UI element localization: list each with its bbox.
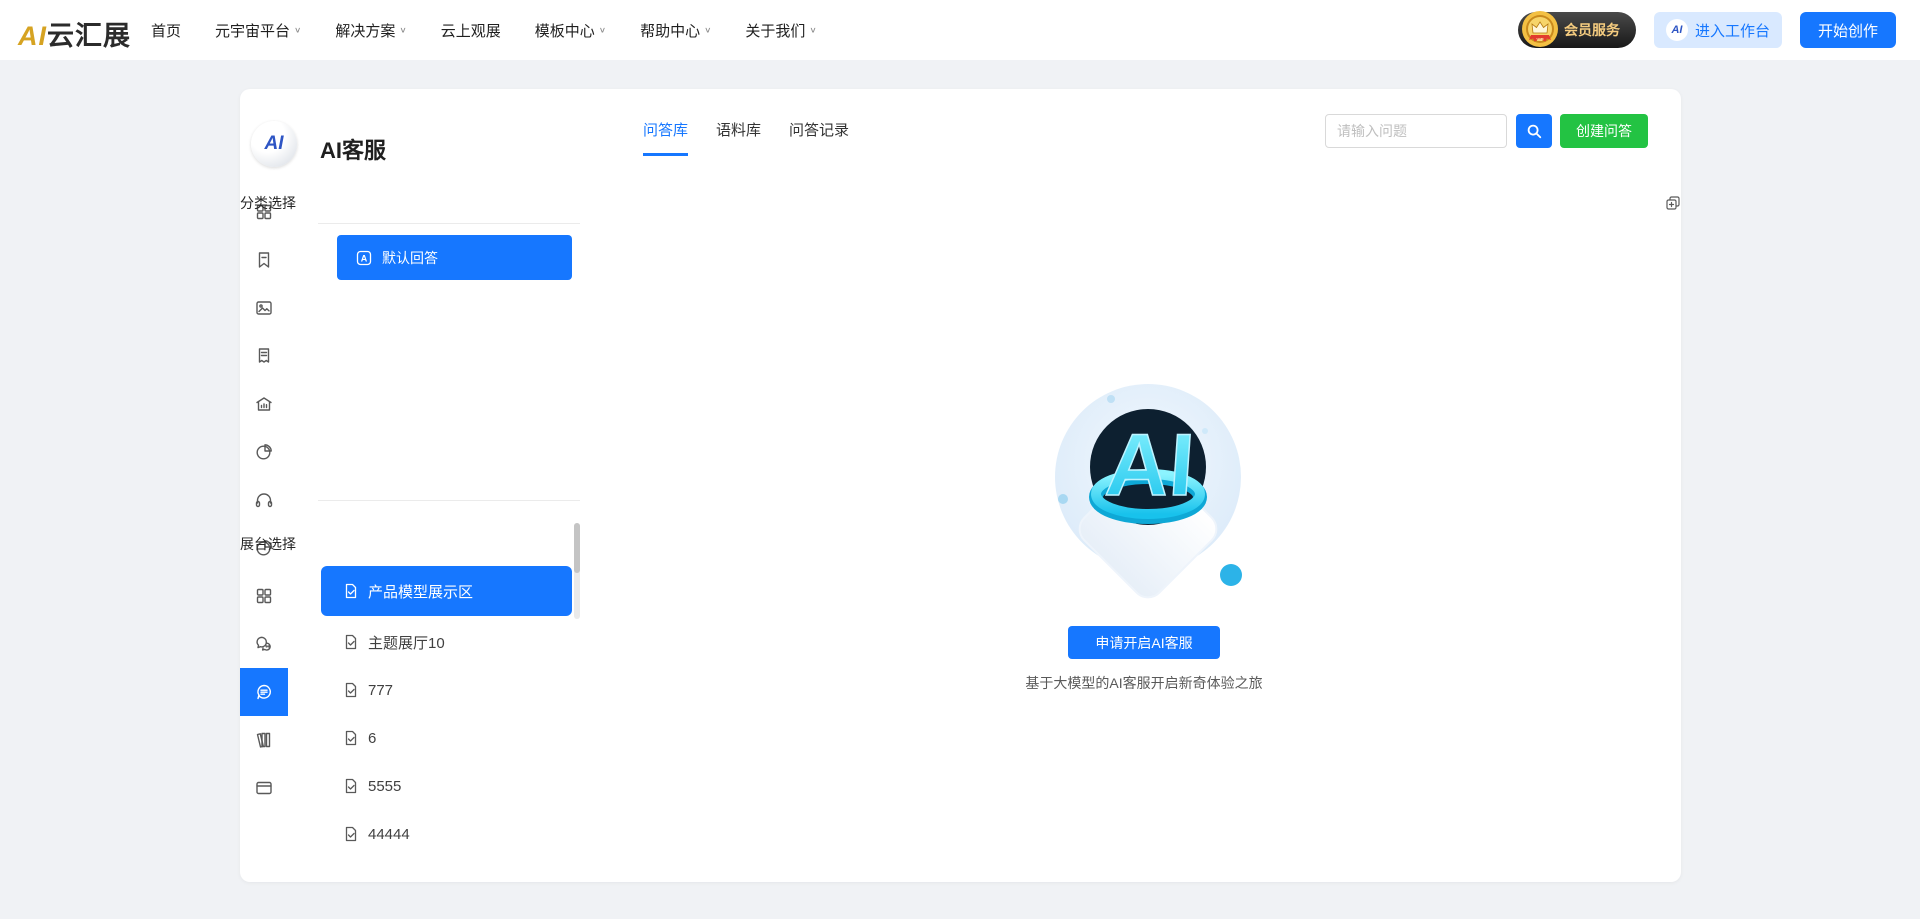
category-panel-header: 分类选择 <box>240 193 1681 213</box>
add-category-icon[interactable] <box>1665 195 1681 211</box>
member-service-label: 会员服务 <box>1564 20 1620 40</box>
qa-tabs: 问答库 语料库 问答记录 <box>643 119 849 156</box>
chevron-down-icon: ∨ <box>399 26 406 35</box>
category-title: 分类选择 <box>240 193 296 213</box>
answer-a-icon: A <box>355 249 373 267</box>
category-divider <box>318 223 580 224</box>
nav-item-about[interactable]: 关于我们∨ <box>745 20 816 41</box>
vip-badge-icon: VIP <box>1518 8 1562 52</box>
open-ai-service-button[interactable]: 申请开启AI客服 <box>1068 626 1220 659</box>
nav-item-metaverse[interactable]: 元宇宙平台∨ <box>215 20 301 41</box>
rail-bookmark-icon[interactable] <box>240 236 288 284</box>
rail-chat-bubbles-icon[interactable] <box>240 620 288 668</box>
rail-ai-chat-icon-active[interactable] <box>240 668 288 716</box>
ai-illustration: AI <box>1053 379 1243 611</box>
svg-text:VIP: VIP <box>1536 37 1543 42</box>
logo-rest-text: 云汇展 <box>47 21 131 51</box>
panel-scrollbar[interactable] <box>574 523 580 619</box>
rail-window-icon[interactable] <box>240 764 288 812</box>
panel-divider <box>318 500 580 501</box>
enter-workspace-label: 进入工作台 <box>1695 20 1770 41</box>
nav-item-help[interactable]: 帮助中心∨ <box>640 20 711 41</box>
page-title: AI客服 <box>320 133 386 165</box>
booth-item[interactable]: 777 <box>321 666 572 714</box>
ai-service-avatar: AI <box>251 121 297 167</box>
tab-corpus[interactable]: 语料库 <box>716 119 761 156</box>
category-item-label: 默认回答 <box>382 248 438 268</box>
workspace-logo-icon: AI <box>1666 19 1688 41</box>
chevron-down-icon: ∨ <box>599 26 606 35</box>
booth-item[interactable]: 44444 <box>321 810 572 858</box>
category-item-default-answer[interactable]: A 默认回答 <box>337 235 572 280</box>
top-navbar: AI云汇展 首页 元宇宙平台∨ 解决方案∨ 云上观展 模板中心∨ 帮助中心∨ 关… <box>0 0 1920 60</box>
rail-library-icon[interactable] <box>240 716 288 764</box>
tab-qa-library[interactable]: 问答库 <box>643 119 688 156</box>
doc-check-icon <box>343 682 359 698</box>
doc-check-icon <box>343 583 359 599</box>
nav-item-templates[interactable]: 模板中心∨ <box>535 20 606 41</box>
ai-service-card: AI AI客服 分类选择 <box>240 89 1681 882</box>
booth-item[interactable]: 主题展厅10 <box>321 618 572 666</box>
main-nav: 首页 元宇宙平台∨ 解决方案∨ 云上观展 模板中心∨ 帮助中心∨ 关于我们∨ <box>151 0 817 60</box>
tab-qa-records[interactable]: 问答记录 <box>789 119 849 156</box>
create-qa-button[interactable]: 创建问答 <box>1560 114 1648 148</box>
rail-exhibition-hall-icon[interactable] <box>240 380 288 428</box>
panel-scrollbar-thumb[interactable] <box>574 523 580 573</box>
nav-item-home[interactable]: 首页 <box>151 20 181 41</box>
avatar-ai-text: AI <box>265 133 284 155</box>
member-service-button[interactable]: VIP 会员服务 <box>1518 12 1636 48</box>
booth-item-product-model[interactable]: 产品模型展示区 <box>321 566 572 616</box>
booth-title: 展台选择 <box>240 534 296 554</box>
logo-ai-text: AI <box>18 21 47 51</box>
empty-state-caption: 基于大模型的AI客服开启新奇体验之旅 <box>944 673 1344 693</box>
chevron-down-icon: ∨ <box>704 26 711 35</box>
enter-workspace-button[interactable]: AI 进入工作台 <box>1654 12 1782 48</box>
nav-item-online-expo[interactable]: 云上观展 <box>441 20 501 41</box>
doc-check-icon <box>343 778 359 794</box>
illustration-ai-text: AI <box>1103 415 1198 514</box>
start-creating-button[interactable]: 开始创作 <box>1800 12 1896 48</box>
site-logo[interactable]: AI云汇展 <box>18 14 131 53</box>
search-icon <box>1525 122 1543 140</box>
booth-panel-header: 展台选择 <box>240 534 1681 554</box>
search-button[interactable] <box>1516 114 1552 148</box>
svg-text:A: A <box>361 253 368 263</box>
nav-item-solutions[interactable]: 解决方案∨ <box>335 20 406 41</box>
rail-grid-icon[interactable] <box>240 572 288 620</box>
rail-image-icon[interactable] <box>240 284 288 332</box>
doc-check-icon <box>343 826 359 842</box>
chevron-down-icon: ∨ <box>809 26 816 35</box>
doc-check-icon <box>343 634 359 650</box>
booth-item[interactable]: 6 <box>321 714 572 762</box>
navbar-actions: VIP 会员服务 AI 进入工作台 开始创作 <box>1518 12 1896 48</box>
rail-headset-icon[interactable] <box>240 476 288 524</box>
question-search-input[interactable] <box>1325 114 1507 148</box>
rail-receipt-icon[interactable] <box>240 332 288 380</box>
doc-check-icon <box>343 730 359 746</box>
booth-item[interactable]: 5555 <box>321 762 572 810</box>
chevron-down-icon: ∨ <box>294 26 301 35</box>
rail-pie-chart-icon[interactable] <box>240 428 288 476</box>
